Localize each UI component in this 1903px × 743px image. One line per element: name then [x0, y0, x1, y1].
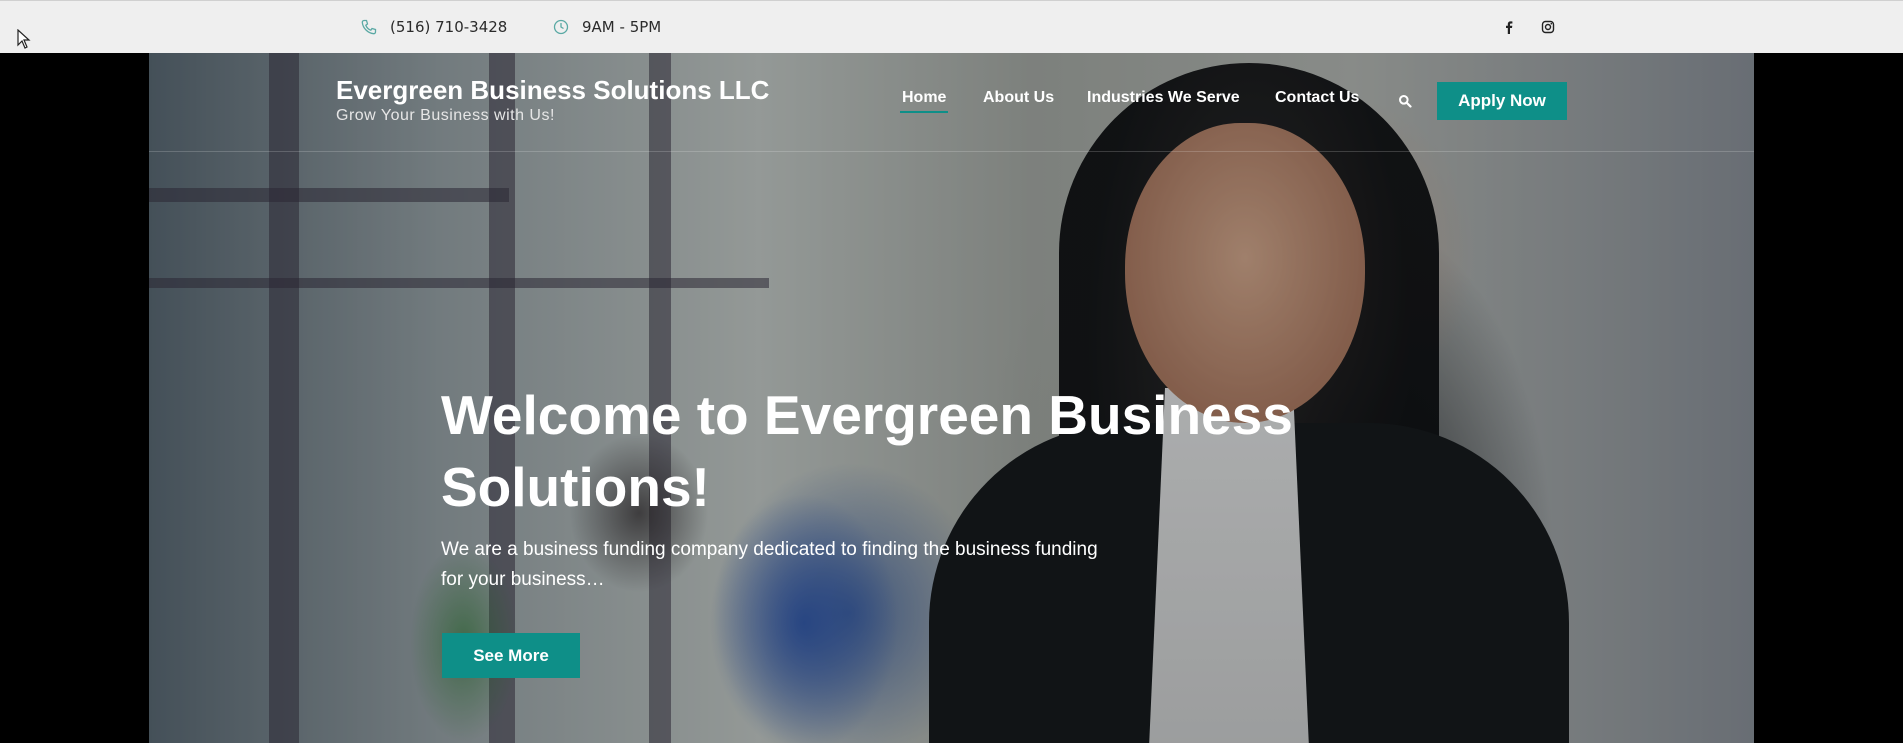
nav-industries[interactable]: Industries We Serve: [1087, 89, 1240, 107]
business-hours: 9AM - 5PM: [582, 18, 662, 36]
hero-section: Evergreen Business Solutions LLC Grow Yo…: [149, 53, 1754, 743]
nav-about-us[interactable]: About Us: [983, 89, 1054, 107]
nav-home[interactable]: Home: [902, 89, 946, 107]
site-title[interactable]: Evergreen Business Solutions LLC: [336, 75, 769, 106]
facebook-icon[interactable]: [1502, 20, 1516, 34]
phone-info[interactable]: (516) 710-3428: [361, 18, 507, 36]
nav-contact-us[interactable]: Contact Us: [1275, 89, 1359, 107]
mouse-cursor-icon: [17, 29, 31, 49]
phone-number[interactable]: (516) 710-3428: [390, 18, 507, 36]
nav-active-indicator: [900, 111, 948, 113]
header-divider: [149, 151, 1754, 152]
hours-info: 9AM - 5PM: [553, 18, 661, 36]
hero-headline: Welcome to Evergreen Business Solutions!: [441, 384, 1293, 518]
search-icon[interactable]: [1398, 94, 1412, 108]
clock-icon: [553, 19, 569, 35]
top-info-bar: (516) 710-3428 9AM - 5PM: [0, 0, 1903, 53]
apply-now-button[interactable]: Apply Now: [1437, 82, 1567, 120]
hero-description: We are a business funding company dedica…: [441, 539, 1098, 590]
site-tagline: Grow Your Business with Us!: [336, 107, 555, 124]
instagram-icon[interactable]: [1541, 20, 1555, 34]
see-more-button[interactable]: See More: [442, 633, 580, 678]
phone-icon: [361, 19, 377, 35]
